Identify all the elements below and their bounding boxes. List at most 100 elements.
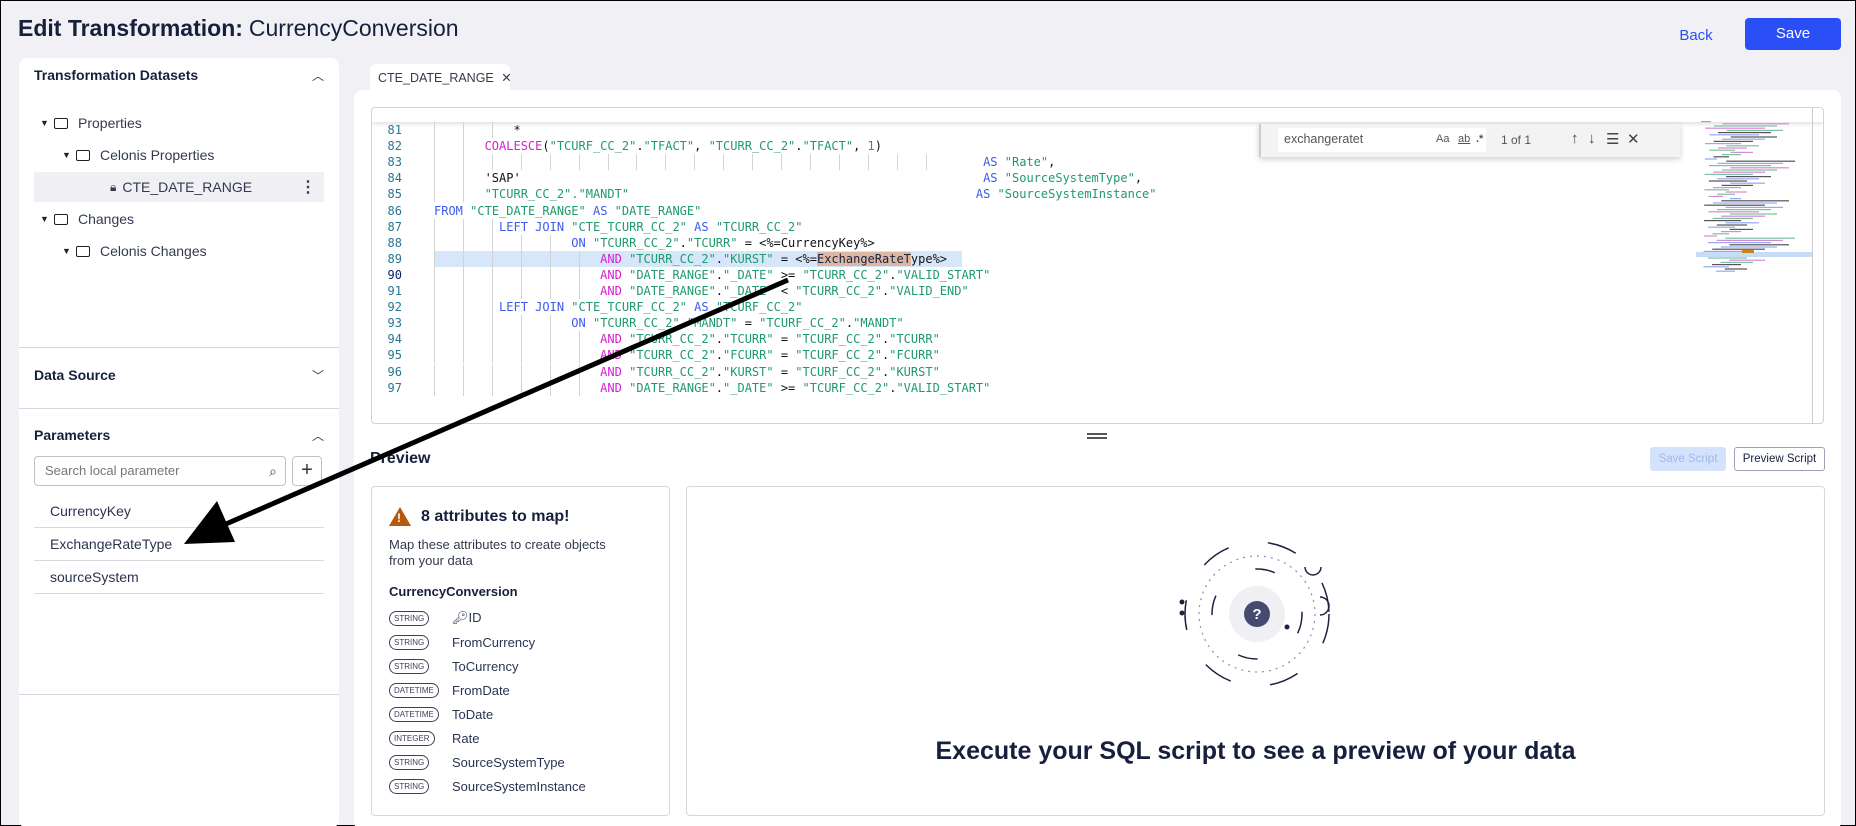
next-match-icon[interactable]: ↓ (1588, 130, 1596, 147)
code-line[interactable]: 92 LEFT JOIN "CTE_TCURF_CC_2" AS "TCURF_… (372, 299, 1692, 316)
attribute-row: STRING SourceSystemInstance (389, 777, 586, 795)
line-number: 86 (387, 203, 402, 218)
datasets-title: Transformation Datasets (34, 67, 199, 83)
code-line[interactable]: 89 AND "TCURR_CC_2"."KURST" = <%=Exchang… (372, 250, 1692, 267)
add-parameter-button[interactable]: + (292, 456, 322, 486)
caret-down-icon[interactable]: ▼ (62, 150, 76, 160)
plus-icon: + (301, 459, 313, 481)
back-button[interactable]: Back (1661, 21, 1731, 51)
code-token: . (679, 235, 687, 250)
attribute-name: ToCurrency (452, 658, 519, 674)
parameter-item[interactable]: CurrencyKey (50, 503, 131, 519)
parameter-item[interactable]: sourceSystem (50, 569, 139, 585)
code-line[interactable]: 88 ON "TCURR_CC_2"."TCURR" = <%=Currency… (372, 234, 1692, 251)
attribute-name: ToDate (452, 706, 494, 722)
save-button[interactable]: Save (1745, 18, 1841, 50)
tree-item-label: Celonis Properties (100, 147, 215, 163)
warning-icon: ! (389, 507, 411, 526)
more-options-icon[interactable]: ⋮ (300, 177, 316, 197)
data-source-header[interactable]: Data Source ﹀ (34, 367, 324, 383)
search-placeholder: Search local parameter (45, 463, 180, 478)
tree-item[interactable]: ▼ Changes (34, 204, 324, 234)
whole-word-toggle[interactable]: ab (1458, 133, 1470, 145)
tree-item[interactable]: 🔒︎ CTE_DATE_RANGE ⋮ (34, 172, 324, 202)
line-number: 87 (387, 219, 402, 234)
folder-icon (54, 117, 68, 129)
code-line[interactable]: 97 AND "DATE_RANGE"."_DATE" >= "TCURF_CC… (372, 379, 1692, 396)
tree-item[interactable]: ▼ Celonis Changes (34, 236, 324, 266)
code-token: "TCURR_CC_2" (802, 267, 890, 282)
caret-down-icon[interactable]: ▼ (62, 246, 76, 256)
code-line[interactable]: 91 AND "DATE_RANGE"."_DATE" < "TCURR_CC_… (372, 283, 1692, 299)
code-token: "KURST" (723, 364, 774, 379)
code-token: ( (542, 139, 550, 154)
code-line[interactable]: 94 AND "TCURR_CC_2"."TCURR" = "TCURF_CC_… (372, 331, 1692, 348)
tree-item[interactable]: ▼ Celonis Properties (34, 140, 324, 170)
chevron-down-icon[interactable]: ﹀ (312, 367, 324, 384)
line-number: 94 (387, 332, 402, 347)
code-token: * (434, 123, 521, 137)
save-script-button[interactable]: Save Script (1650, 447, 1726, 471)
code-token: "TCURR_CC_2" (629, 348, 716, 363)
code-line[interactable]: 87 LEFT JOIN "CTE_TCURR_CC_2" AS "TCURR_… (372, 218, 1692, 235)
chevron-up-icon[interactable]: ︿ (312, 427, 324, 444)
line-number: 83 (387, 155, 402, 170)
match-case-toggle[interactable]: Aa (1436, 133, 1449, 145)
code-token: "TCURR" (686, 235, 738, 250)
tree-item[interactable]: ▼ Properties (34, 108, 324, 138)
find-match: ExchangeRateT (816, 251, 911, 266)
code-token: AND (600, 348, 622, 363)
key-icon: 🔑︎ (452, 610, 469, 625)
code-token: AS (983, 155, 998, 170)
attribute-row: STRING 🔑︎ID (389, 609, 482, 627)
tree-item-label: Celonis Changes (100, 243, 207, 259)
code-line[interactable]: 90 AND "DATE_RANGE"."_DATE" >= "TCURR_CC… (372, 266, 1692, 283)
code-token: , (694, 139, 709, 154)
code-token: , (1048, 155, 1056, 170)
find-input[interactable]: exchangeratet (1278, 128, 1486, 152)
resize-handle[interactable] (1087, 433, 1107, 439)
close-find-icon[interactable]: ✕ (1627, 130, 1640, 148)
code-line[interactable]: 93 ON "TCURR_CC_2"."MANDT" = "TCURF_CC_2… (372, 315, 1692, 332)
folder-icon (54, 213, 68, 225)
code-line[interactable]: 95 AND "TCURR_CC_2"."FCURR" = "TCURF_CC_… (372, 347, 1692, 364)
data-source-title: Data Source (34, 367, 116, 383)
code-token: "Rate" (1004, 155, 1049, 170)
empty-preview-message: Execute your SQL script to see a preview… (935, 737, 1576, 765)
datasets-header[interactable]: Transformation Datasets ︿ (34, 67, 324, 83)
code-line[interactable]: 86 FROM "CTE_DATE_RANGE" AS "DATE_RANGE" (372, 203, 1692, 219)
parameters-header[interactable]: Parameters ︿ (34, 427, 324, 443)
search-parameter-input[interactable]: Search local parameter ⌕ (34, 456, 286, 486)
caret-down-icon[interactable]: ▼ (40, 118, 54, 128)
svg-text:?: ? (1252, 606, 1261, 623)
find-in-selection-icon[interactable]: ☰ (1606, 130, 1619, 148)
code-token: "TCURR_CC_2" (629, 251, 716, 266)
code-line[interactable]: 85 "TCURR_CC_2"."MANDT" AS "SourceSystem… (372, 186, 1692, 203)
code-minimap[interactable] (1696, 121, 1812, 351)
code-line[interactable]: 96 AND "TCURR_CC_2"."KURST" = "TCURF_CC_… (372, 363, 1692, 380)
chevron-up-icon[interactable]: ︿ (312, 67, 324, 84)
code-token: . (715, 251, 724, 266)
divider (34, 527, 324, 528)
close-tab-icon[interactable]: ✕ (501, 71, 511, 85)
caret-down-icon[interactable]: ▼ (40, 214, 54, 224)
code-token: AS (983, 171, 998, 186)
match-count: 1 of 1 (1501, 133, 1532, 147)
regex-toggle[interactable]: .* (1476, 133, 1483, 145)
previous-match-icon[interactable]: ↑ (1571, 130, 1579, 147)
preview-script-button[interactable]: Preview Script (1734, 447, 1825, 471)
parameter-item[interactable]: ExchangeRateType (50, 536, 172, 552)
editor-scrollbar[interactable] (1812, 107, 1813, 424)
type-badge: DATETIME (389, 706, 439, 722)
code-line[interactable]: 84 'SAP' AS "SourceSystemType", (372, 170, 1692, 187)
code-token: < (773, 284, 796, 298)
left-sidebar: Transformation Datasets ︿ ▼ Properties ▼ Cel… (19, 58, 339, 826)
tab-cte-date-range[interactable]: CTE_DATE_RANGE ✕ (370, 64, 512, 91)
